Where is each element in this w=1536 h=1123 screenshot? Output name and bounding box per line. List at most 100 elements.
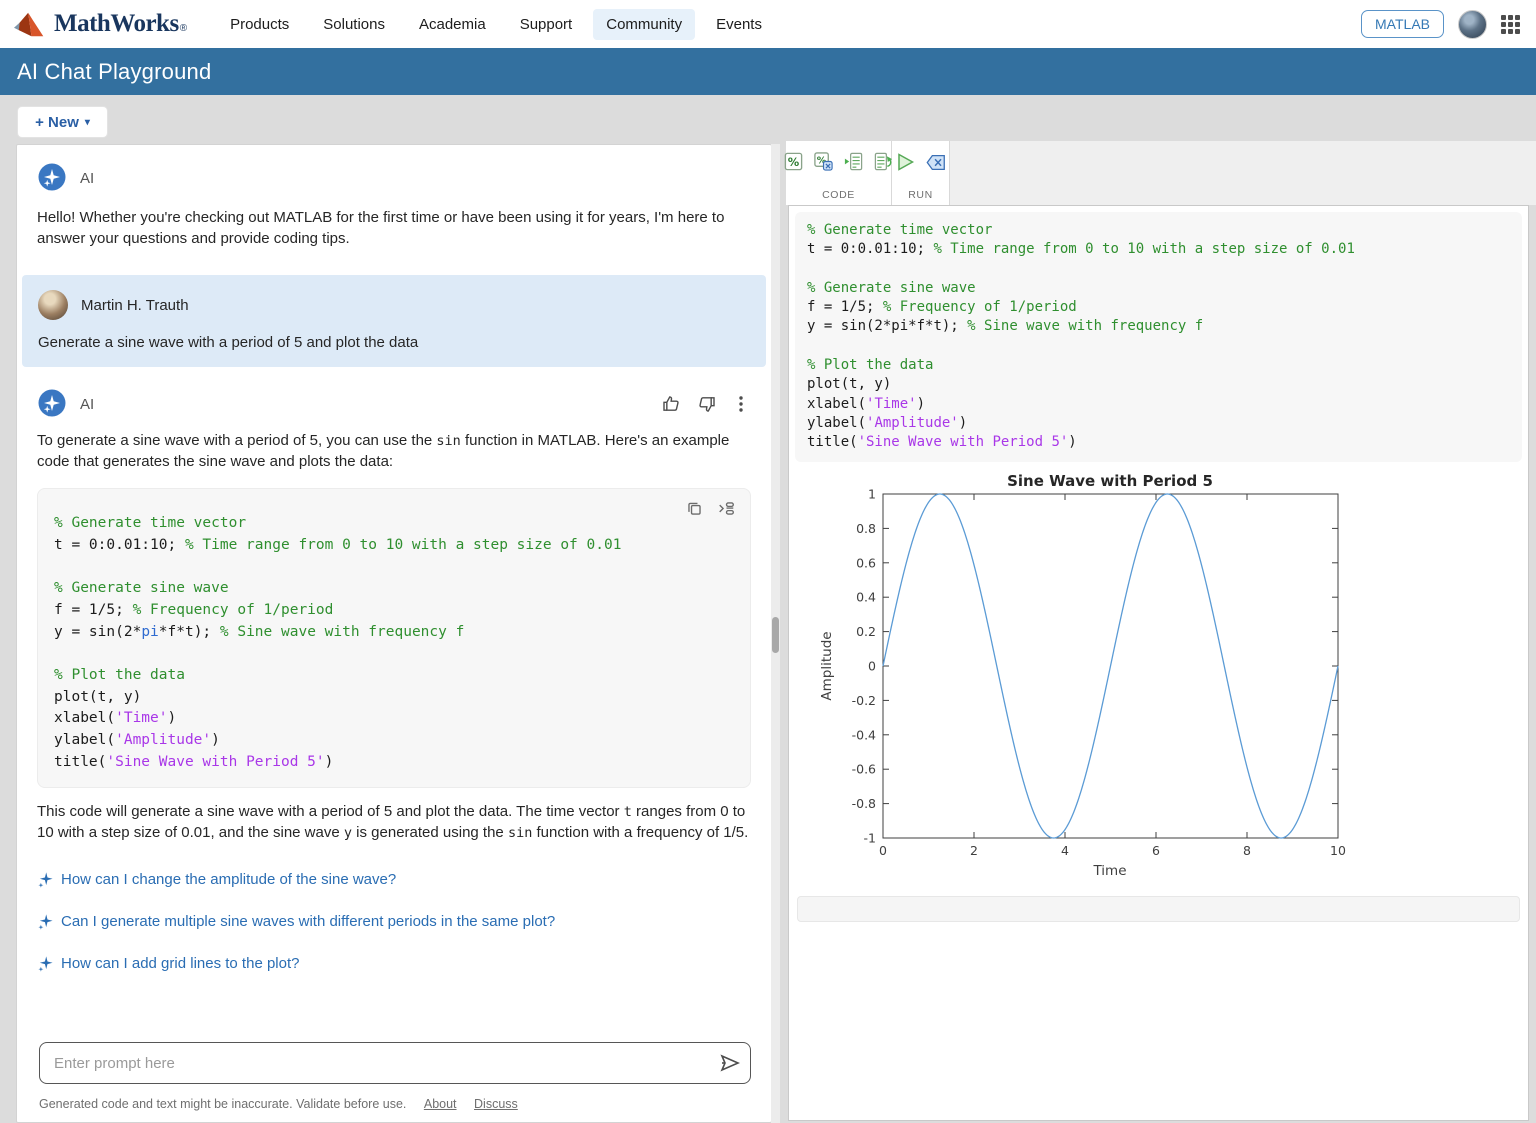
svg-text:8: 8	[1243, 843, 1251, 858]
svg-text:%: %	[788, 155, 800, 169]
plot-xlabel: Time	[1092, 863, 1126, 879]
kebab-menu-icon	[733, 394, 749, 414]
plot-title: Sine Wave with Period 5	[1007, 472, 1213, 490]
nav-item-products[interactable]: Products	[217, 9, 302, 40]
svg-text:0: 0	[868, 658, 876, 673]
suggestion-multiple-waves[interactable]: Can I generate multiple sine waves with …	[37, 913, 751, 930]
sine-curve	[883, 494, 1338, 838]
registered-mark: ®	[180, 23, 187, 34]
suggestion-amplitude[interactable]: How can I change the amplitude of the si…	[37, 871, 751, 888]
about-link[interactable]: About	[424, 1097, 457, 1111]
svg-text:-0.2: -0.2	[852, 692, 876, 707]
chevron-down-icon: ▾	[85, 117, 90, 128]
svg-text:-0.6: -0.6	[852, 761, 876, 776]
suggestion-label: How can I change the amplitude of the si…	[61, 871, 396, 888]
nav-item-events[interactable]: Events	[703, 9, 775, 40]
svg-text:0.8: 0.8	[856, 520, 876, 535]
page-header: AI Chat Playground	[0, 48, 1536, 95]
new-chat-label: + New	[35, 114, 79, 131]
apps-grid-icon[interactable]	[1501, 15, 1520, 34]
editor-matlab-code: % Generate time vectort = 0:0.01:10; % T…	[807, 221, 1510, 453]
clear-button[interactable]	[924, 152, 948, 173]
top-navigation: MathWorks® Products Solutions Academia S…	[0, 0, 1536, 48]
editor-toolbar: % %	[786, 141, 1536, 205]
ai-response-explanation: This code will generate a sine wave with…	[37, 802, 751, 843]
prompt-input[interactable]	[39, 1042, 751, 1084]
nav-item-solutions[interactable]: Solutions	[310, 9, 398, 40]
plot-y-tick-labels: -1-0.8-0.6-0.4-0.200.20.40.60.81	[852, 486, 876, 845]
nav-item-community[interactable]: Community	[593, 9, 695, 40]
response-actions	[659, 392, 751, 416]
editor-code-block[interactable]: % Generate time vectort = 0:0.01:10; % T…	[795, 212, 1522, 462]
ai-message-header: AI	[37, 163, 751, 193]
sparkle-icon	[37, 913, 54, 930]
mathworks-triangle-icon	[14, 11, 48, 38]
sine-wave-plot: Sine Wave with Period 5 0246810 -1-0.8-0…	[789, 468, 1530, 896]
indent-button[interactable]	[842, 150, 865, 173]
svg-text:-0.8: -0.8	[852, 796, 876, 811]
svg-text:-1: -1	[864, 830, 876, 845]
ai-response-intro: To generate a sine wave with a period of…	[37, 431, 751, 472]
svg-text:6: 6	[1152, 843, 1160, 858]
user-message-text: Generate a sine wave with a period of 5 …	[38, 334, 750, 351]
nav-item-academia[interactable]: Academia	[406, 9, 499, 40]
suggestion-label: Can I generate multiple sine waves with …	[61, 913, 555, 930]
ai-label: AI	[80, 396, 94, 413]
svg-text:4: 4	[1061, 843, 1069, 858]
nav-right-cluster: MATLAB	[1361, 10, 1520, 39]
svg-text:0.6: 0.6	[856, 555, 876, 570]
ai-avatar-icon	[37, 163, 67, 194]
send-button[interactable]	[717, 1051, 741, 1075]
matlab-button[interactable]: MATLAB	[1361, 10, 1444, 38]
user-message-header: Martin H. Trauth	[38, 290, 750, 320]
chat-scrollbar-thumb[interactable]	[772, 617, 779, 653]
suggestion-label: How can I add grid lines to the plot?	[61, 955, 299, 972]
discuss-link[interactable]: Discuss	[474, 1097, 518, 1111]
svg-text:0: 0	[879, 843, 887, 858]
svg-text:1: 1	[868, 486, 876, 501]
user-avatar[interactable]	[1458, 10, 1487, 39]
insert-to-editor-icon	[717, 500, 736, 517]
chat-scrollbar-track[interactable]	[771, 144, 780, 1123]
svg-text:10: 10	[1330, 843, 1346, 858]
user-photo-avatar	[38, 290, 68, 320]
copy-icon	[686, 500, 703, 517]
toolbar-label-code: CODE	[822, 189, 855, 201]
plot-x-tick-labels: 0 2 4 6 8 10	[879, 843, 1346, 858]
mathworks-logo[interactable]: MathWorks®	[14, 10, 187, 38]
uncomment-button[interactable]: %	[812, 150, 835, 173]
nav-item-support[interactable]: Support	[507, 9, 586, 40]
smart-indent-icon	[873, 151, 894, 172]
indent-icon	[843, 151, 864, 172]
copy-code-button[interactable]	[684, 498, 705, 519]
ai-chat-playground-screen: MathWorks® Products Solutions Academia S…	[0, 0, 1536, 1123]
insert-code-button[interactable]	[715, 498, 738, 519]
svg-text:0.4: 0.4	[856, 589, 876, 604]
thumbs-down-button[interactable]	[695, 392, 719, 416]
more-options-button[interactable]	[731, 392, 751, 416]
svg-text:2: 2	[970, 843, 978, 858]
thumbs-up-icon	[661, 394, 681, 414]
new-chat-button[interactable]: + New ▾	[18, 107, 107, 137]
code-block-tools	[684, 498, 738, 519]
toolbar-group-run: RUN	[892, 141, 950, 205]
run-icon	[894, 151, 916, 173]
user-name: Martin H. Trauth	[81, 297, 189, 314]
disclaimer-text: Generated code and text might be inaccur…	[39, 1097, 406, 1111]
chat-code-block: % Generate time vectort = 0:0.01:10; % T…	[37, 488, 751, 788]
disclaimer-footer: Generated code and text might be inaccur…	[39, 1097, 518, 1111]
uncomment-icon: %	[813, 151, 834, 172]
thumbs-up-button[interactable]	[659, 392, 683, 416]
run-button[interactable]	[893, 150, 917, 174]
backspace-clear-icon	[925, 153, 947, 172]
page-title: AI Chat Playground	[17, 59, 211, 85]
plot-ylabel: Amplitude	[819, 631, 835, 700]
svg-text:-0.4: -0.4	[852, 727, 876, 742]
suggestion-grid-lines[interactable]: How can I add grid lines to the plot?	[37, 955, 751, 972]
toolbar-label-run: RUN	[908, 189, 933, 201]
ai-greeting-text: Hello! Whether you're checking out MATLA…	[37, 207, 737, 249]
thumbs-down-icon	[697, 394, 717, 414]
ai-response-header: AI	[37, 389, 751, 419]
figure-output: Sine Wave with Period 5 0246810 -1-0.8-0…	[789, 468, 1530, 896]
comment-button[interactable]: %	[782, 150, 805, 173]
